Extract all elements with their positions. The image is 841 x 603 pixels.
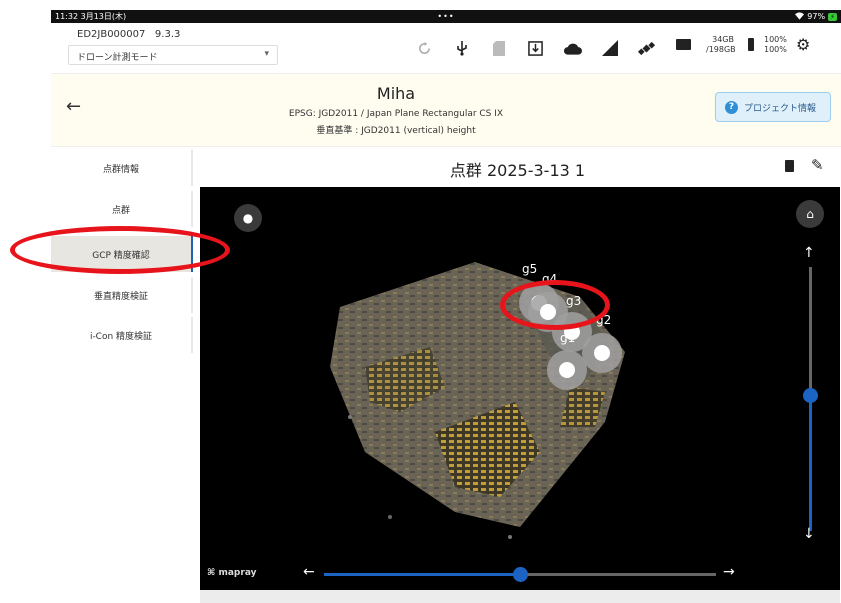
storage-used: 34GB (712, 35, 734, 44)
gear-icon[interactable]: ⚙ (796, 35, 810, 54)
usb-icon[interactable] (443, 37, 480, 59)
toolbar-icons (406, 37, 665, 59)
coordinate-system: EPSG: JGD2011 / Japan Plane Rectangular … (288, 109, 504, 119)
sidebar-item-icon-accuracy[interactable]: i-Con 精度検証 (51, 317, 193, 353)
status-right: 97% ⚡ (795, 11, 837, 22)
battery-levels: 100% 100% (764, 35, 787, 55)
cloud-icon[interactable] (554, 37, 591, 59)
device-id: ED2JB000007 (77, 29, 146, 40)
horizontal-slider-handle[interactable] (513, 567, 528, 582)
refresh-icon[interactable] (406, 37, 443, 59)
sidebar-item-label: 点群 (111, 205, 130, 216)
multitask-dots[interactable]: ••• (437, 12, 454, 21)
vertical-slider-handle[interactable] (803, 388, 818, 403)
mode-select[interactable]: ドローン計測モード ▾ (68, 45, 278, 65)
sd-card-icon[interactable] (480, 37, 517, 59)
vertical-slider-fill (809, 395, 812, 531)
top-toolbar: ED2JB000007 9.3.3 ドローン計測モード ▾ 34GB /198G… (51, 23, 841, 73)
arrow-left-icon[interactable]: ← (303, 564, 315, 580)
project-header: ← Miha EPSG: JGD2011 / Japan Plane Recta… (51, 73, 841, 147)
vertical-datum: 垂直基準 : JGD2011 (vertical) height (316, 126, 476, 136)
status-bar: 11:32 3月13日(木) ••• 97% ⚡ (51, 10, 841, 23)
sidebar-item-label: 点群情報 (102, 164, 139, 175)
brand-label: mapray (218, 568, 257, 578)
satellite-icon[interactable] (628, 37, 665, 59)
app-root: 11:32 3月13日(木) ••• 97% ⚡ ED2JB000007 9.3… (0, 0, 841, 603)
status-time: 11:32 (55, 12, 79, 21)
storage-info: 34GB /198GB (706, 35, 736, 55)
help-icon: ? (725, 100, 738, 114)
sidebar-item-label: 垂直精度検証 (93, 291, 148, 302)
gcp-marker-g5[interactable] (547, 350, 587, 390)
arrow-up-icon[interactable]: ↑ (803, 245, 815, 261)
bolt-icon: ⚡ (828, 12, 837, 21)
highlight-ellipse-markers (500, 280, 610, 330)
mode-value: ドローン計測モード (77, 53, 158, 63)
device-battery-icon (748, 38, 754, 51)
app-version: 9.3.3 (154, 29, 181, 40)
wifi-icon (795, 11, 805, 22)
signal-icon[interactable] (591, 37, 628, 59)
mapray-logo: ⌘ mapray (207, 568, 257, 578)
content-header: 点群 2025-3-13 1 ✎ (194, 150, 841, 185)
pointcloud-render (330, 262, 625, 539)
project-info-label: プロジェクト情報 (744, 103, 817, 114)
project-name: Miha (376, 84, 416, 103)
status-date: 3月13日(木) (80, 12, 127, 21)
device-info: ED2JB000007 9.3.3 (77, 29, 180, 40)
sidebar-item-label: i-Con 精度検証 (89, 331, 153, 342)
battery-b: 100% (764, 45, 787, 54)
viewer-footer (200, 590, 840, 603)
marker-label-g5: g5 (522, 262, 538, 276)
arrow-right-icon[interactable]: → (723, 564, 735, 580)
battery-percent: 97% (807, 12, 826, 21)
trash-icon[interactable] (785, 160, 794, 172)
gcp-marker-g2[interactable] (582, 333, 622, 373)
sidebar-item-pointcloud-info[interactable]: 点群情報 (51, 150, 193, 186)
chevron-down-icon: ▾ (264, 49, 269, 59)
folder-icon[interactable] (676, 39, 691, 50)
storage-total: /198GB (706, 45, 736, 54)
horizontal-slider-fill (324, 573, 520, 576)
battery-a: 100% (764, 35, 787, 44)
camera-toggle-icon[interactable]: ● (234, 204, 262, 232)
pencil-icon[interactable]: ✎ (811, 156, 824, 174)
project-info-button[interactable]: ? プロジェクト情報 (715, 92, 831, 122)
home-icon[interactable]: ⌂ (796, 200, 824, 228)
sidebar-item-pointcloud[interactable]: 点群 (51, 191, 193, 227)
pointcloud-viewer[interactable]: ● ⌂ g5 g4 g3 g2 g1 ↑ ↓ ⌘ mapray ← → (200, 187, 840, 590)
marker-label-g1: g1 (560, 331, 576, 345)
highlight-ellipse-sidebar (10, 226, 230, 274)
pointcloud-title: 点群 2025-3-13 1 (449, 161, 586, 180)
sidebar-item-vertical-accuracy[interactable]: 垂直精度検証 (51, 277, 193, 313)
download-icon[interactable] (517, 37, 554, 59)
arrow-down-icon[interactable]: ↓ (803, 526, 815, 542)
